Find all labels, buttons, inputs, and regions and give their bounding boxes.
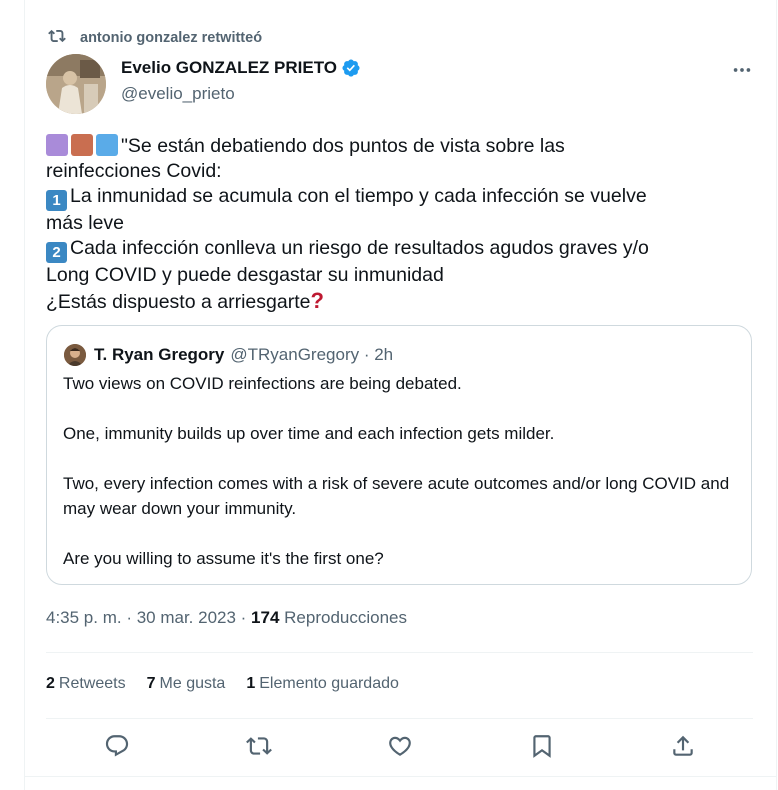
author-avatar[interactable] — [46, 54, 106, 114]
tweet-line-2: reinfecciones Covid: — [46, 160, 222, 182]
tweet-timestamp[interactable]: 4:35 p. m. · 30 mar. 2023 · — [46, 608, 251, 627]
quote-author-avatar — [64, 344, 86, 366]
tweet-line-7: ¿Estás dispuesto a arriesgarte — [46, 291, 311, 313]
retweet-icon — [48, 27, 66, 50]
more-icon[interactable] — [730, 58, 754, 82]
views-label: Reproducciones — [279, 608, 407, 627]
verified-icon — [341, 58, 361, 78]
reply-icon[interactable] — [104, 733, 130, 759]
quote-paragraph-1: Two views on COVID reinfections are bein… — [63, 374, 462, 393]
red-question-mark-emoji: ? — [310, 288, 324, 313]
quote-paragraph-2: One, immunity builds up over time and ea… — [63, 424, 555, 443]
likes-stat[interactable]: 7 Me gusta — [147, 675, 226, 693]
retweets-stat[interactable]: 2 Retweets — [46, 675, 126, 693]
keycap-two-emoji: 2 — [46, 242, 67, 263]
quote-paragraph-3: Two, every infection comes with a risk o… — [63, 474, 730, 518]
author-handle[interactable]: @evelio_prieto — [121, 84, 235, 104]
keycap-one-emoji: 1 — [46, 190, 67, 211]
tweet-meta: 4:35 p. m. · 30 mar. 2023 · 174 Reproduc… — [46, 608, 407, 628]
frame-border-right — [776, 0, 777, 790]
tweet-line-1: "Se están debatiendo dos puntos de vista… — [121, 135, 565, 157]
bookmarks-stat[interactable]: 1 Elemento guardado — [246, 675, 399, 693]
retweeter-link[interactable]: antonio gonzalez retwitteó — [80, 30, 262, 46]
share-icon[interactable] — [670, 733, 696, 759]
retweet-action-icon[interactable] — [246, 733, 272, 759]
tweet-line-3: La inmunidad se acumula con el tiempo y … — [70, 185, 647, 207]
quote-author-name: T. Ryan Gregory — [94, 345, 225, 364]
tweet-line-4: más leve — [46, 212, 125, 234]
tweet-line-6: Long COVID y puede desgastar su inmunida… — [46, 264, 444, 286]
quote-paragraph-4: Are you willing to assume it's the first… — [63, 549, 384, 568]
tweet-text: "Se están debatiendo dos puntos de vista… — [46, 134, 746, 315]
brown-square-emoji — [71, 134, 93, 156]
retweet-context: antonio gonzalez retwitteó — [48, 26, 262, 50]
divider — [46, 718, 753, 719]
blue-square-emoji — [96, 134, 118, 156]
like-icon[interactable] — [387, 733, 413, 759]
tweet-line-5: Cada infección conlleva un riesgo de res… — [70, 237, 649, 259]
engagement-stats: 2 Retweets 7 Me gusta 1 Elemento guardado — [46, 675, 420, 693]
author-name[interactable]: Evelio GONZALEZ PRIETO — [121, 58, 337, 78]
quoted-tweet[interactable]: T. Ryan Gregory @TRyanGregory · 2h Two v… — [46, 325, 752, 585]
divider — [46, 652, 753, 653]
frame-border-left — [24, 0, 25, 790]
action-bar — [0, 733, 778, 763]
purple-square-emoji — [46, 134, 68, 156]
views-count: 174 — [251, 608, 280, 627]
bottom-border — [24, 776, 777, 777]
quote-author-handle-time: @TRyanGregory · 2h — [230, 345, 394, 364]
quote-body: Two views on COVID reinfections are bein… — [63, 371, 743, 596]
bookmark-icon[interactable] — [529, 733, 555, 759]
